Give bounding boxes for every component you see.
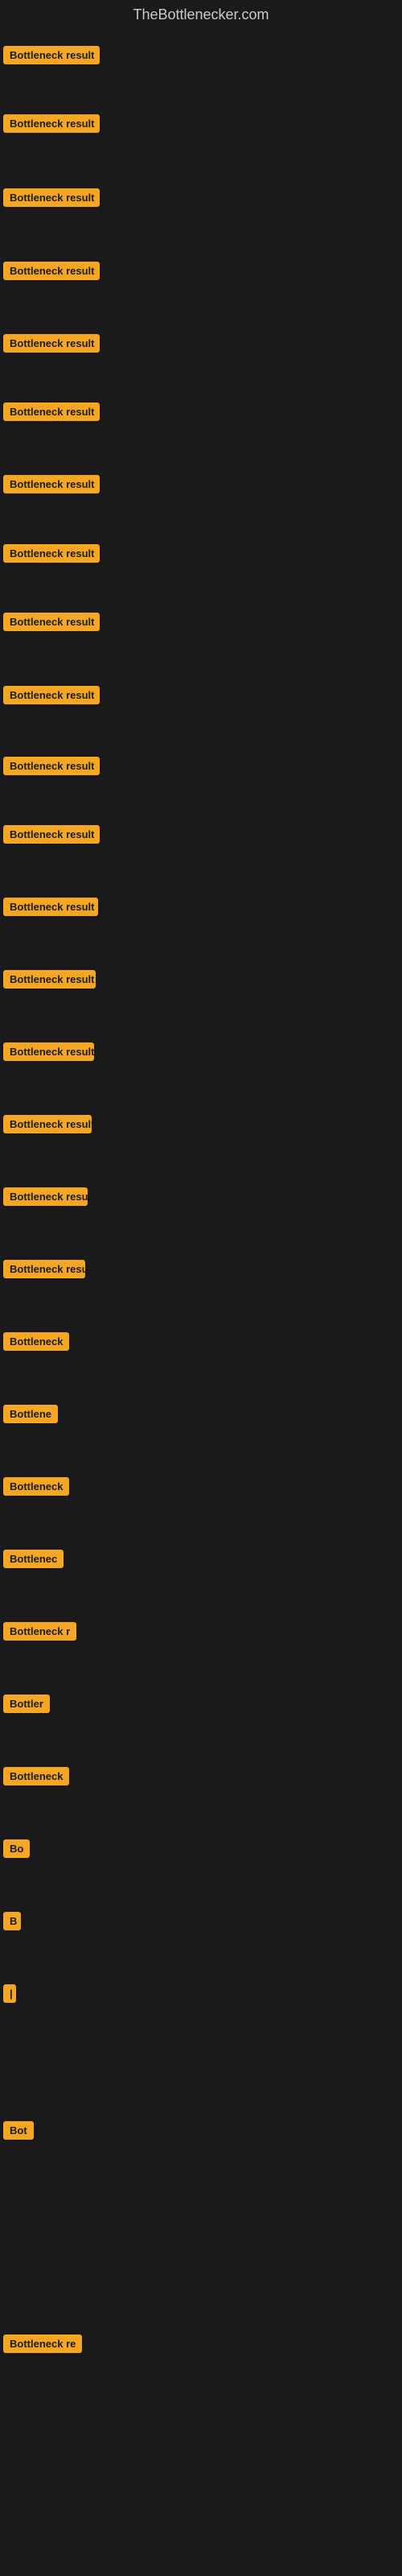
bottleneck-item: Bottleneck result — [3, 1115, 92, 1137]
bottleneck-badge: Bottleneck result — [3, 757, 100, 775]
bottleneck-badge: Bottleneck result — [3, 544, 100, 563]
bottleneck-badge: Bottleneck result — [3, 1115, 92, 1133]
bottleneck-badge: Bottleneck result — [3, 402, 100, 421]
bottleneck-item: Bottleneck result — [3, 898, 98, 920]
bottleneck-item: Bottler — [3, 1695, 50, 1717]
bottleneck-item: Bottleneck — [3, 1767, 69, 1790]
bottleneck-badge: Bottleneck — [3, 1477, 69, 1496]
bottleneck-badge: Bottleneck result — [3, 1042, 94, 1061]
bottleneck-badge: Bottleneck result — [3, 262, 100, 280]
bottleneck-badge: Bottleneck result — [3, 114, 100, 133]
bottleneck-item: Bottlenec — [3, 1550, 64, 1572]
bottleneck-item: Bottleneck result — [3, 613, 100, 635]
bottleneck-badge: Bottleneck result — [3, 825, 100, 844]
bottleneck-badge: Bottleneck result — [3, 898, 98, 916]
bottleneck-item: Bottleneck result — [3, 402, 100, 425]
bottleneck-item: Bottleneck result — [3, 757, 100, 779]
bottleneck-badge: Bottleneck result — [3, 188, 100, 207]
bottleneck-item: | — [3, 1984, 16, 2007]
bottleneck-item: Bottleneck result — [3, 188, 100, 211]
bottleneck-item: Bottleneck resul — [3, 1187, 88, 1210]
bottleneck-badge: Bottleneck resul — [3, 1187, 88, 1206]
bottleneck-badge: Bo — [3, 1839, 30, 1858]
bottleneck-badge: Bottleneck result — [3, 686, 100, 704]
bottleneck-badge: Bottleneck result — [3, 970, 96, 989]
bottleneck-item: Bottleneck result — [3, 1042, 94, 1065]
bottleneck-badge: Bot — [3, 2121, 34, 2140]
bottleneck-badge: Bottleneck — [3, 1767, 69, 1785]
bottleneck-item: Bottleneck re — [3, 2334, 82, 2357]
bottleneck-item: Bottleneck result — [3, 334, 100, 357]
bottleneck-badge: Bottleneck result — [3, 475, 100, 493]
bottleneck-badge: Bottler — [3, 1695, 50, 1713]
bottleneck-badge: Bottlene — [3, 1405, 58, 1423]
bottleneck-badge: Bottleneck r — [3, 1622, 76, 1641]
bottleneck-badge: Bottleneck re — [3, 2334, 82, 2353]
bottleneck-badge: Bottleneck result — [3, 613, 100, 631]
bottleneck-item: Bottleneck result — [3, 544, 100, 567]
bottleneck-badge: Bottleneck — [3, 1332, 69, 1351]
bottleneck-item: Bottleneck result — [3, 970, 96, 993]
site-title: TheBottlenecker.com — [0, 0, 402, 30]
bottleneck-item: Bottleneck result — [3, 114, 100, 137]
bottleneck-item: Bottleneck result — [3, 46, 100, 68]
bottleneck-badge: Bottlenec — [3, 1550, 64, 1568]
bottleneck-item: B — [3, 1912, 21, 1934]
bottleneck-item: Bottleneck resu — [3, 1260, 85, 1282]
bottleneck-badge: Bottleneck result — [3, 46, 100, 64]
bottleneck-badge: Bottleneck resu — [3, 1260, 85, 1278]
bottleneck-item: Bottleneck — [3, 1332, 69, 1355]
bottleneck-badge: | — [3, 1984, 16, 2003]
bottleneck-item: Bottleneck r — [3, 1622, 76, 1645]
bottleneck-badge: B — [3, 1912, 21, 1930]
bottleneck-item: Bottleneck result — [3, 475, 100, 497]
bottleneck-item: Bottleneck — [3, 1477, 69, 1500]
bottleneck-item: Bottlene — [3, 1405, 58, 1427]
bottleneck-item: Bot — [3, 2121, 34, 2144]
bottleneck-item: Bottleneck result — [3, 825, 100, 848]
bottleneck-item: Bottleneck result — [3, 262, 100, 284]
bottleneck-badge: Bottleneck result — [3, 334, 100, 353]
bottleneck-item: Bo — [3, 1839, 30, 1862]
bottleneck-item: Bottleneck result — [3, 686, 100, 708]
